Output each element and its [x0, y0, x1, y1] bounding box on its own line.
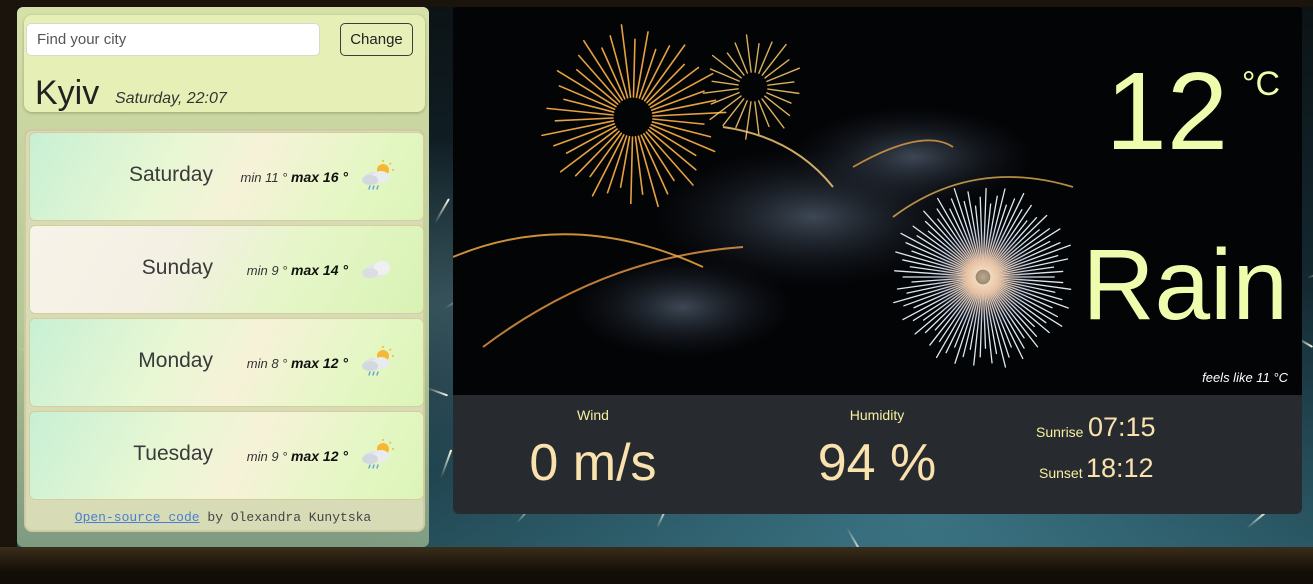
weather-description: Rain — [1082, 229, 1288, 341]
forecast-day-card: Sunday min 9 ° max 14 ° — [29, 225, 424, 314]
feels-like: feels like 11 °C — [1202, 370, 1288, 385]
forecast-max: max 16 ° — [291, 169, 348, 185]
forecast-max: max 14 ° — [291, 262, 348, 278]
change-button[interactable]: Change — [340, 23, 413, 56]
page-bottom-band — [0, 547, 1313, 584]
search-input[interactable] — [26, 23, 320, 56]
forecast-day-card: Tuesday min 9 ° max 12 ° — [29, 411, 424, 500]
forecast-day-name: Saturday — [128, 163, 213, 186]
sunrise-label: Sunrise — [1036, 424, 1084, 440]
search-card: Change Kyiv Saturday, 22:07 — [24, 15, 425, 112]
current-weather-hero: 12 °C Rain feels like 11 °C — [453, 7, 1302, 395]
sparkle — [1306, 269, 1313, 279]
rain-sun-icon — [362, 439, 394, 469]
sparkle — [426, 387, 449, 397]
wind-value: 0 m/s — [529, 434, 657, 492]
rain-sun-icon — [362, 346, 394, 376]
forecast-temps: min 9 ° max 14 ° — [247, 262, 348, 278]
stats-panel: Wind 0 m/s Humidity 94 % Sunrise 07:15 S… — [453, 395, 1302, 514]
open-source-link[interactable]: Open-source code — [75, 510, 200, 525]
sunrise-value: 07:15 — [1088, 412, 1156, 442]
temperature-unit: °C — [1241, 65, 1280, 103]
cloud-icon — [362, 261, 390, 278]
forecast-min: min 8 ° — [246, 356, 288, 371]
forecast-day-card: Monday min 8 ° max 12 ° — [29, 318, 424, 407]
forecast-min: min 9 ° — [246, 263, 288, 278]
forecast-panel: Saturday min 11 ° max 16 ° Sunday min 9 … — [24, 129, 425, 532]
forecast-day-name: Monday — [138, 349, 213, 372]
forecast-day-card: Saturday min 11 ° max 16 ° — [29, 132, 424, 221]
forecast-temps: min 9 ° max 12 ° — [247, 448, 348, 464]
forecast-max: max 12 ° — [291, 448, 348, 464]
humidity-label: Humidity — [849, 407, 905, 423]
forecast-temps: min 8 ° max 12 ° — [247, 355, 348, 371]
sparkle — [846, 527, 863, 547]
humidity-value: 94 % — [817, 434, 937, 492]
sunset-value: 18:12 — [1086, 453, 1154, 483]
credit-author: by Olexandra Kunytska — [199, 510, 372, 525]
sparkle — [434, 198, 450, 224]
wind-label: Wind — [577, 407, 609, 423]
forecast-temps: min 11 ° max 16 ° — [241, 169, 348, 185]
credit-line: Open-source code by Olexandra Kunytska — [17, 510, 429, 525]
city-name: Kyiv — [35, 74, 100, 112]
city-datetime: Saturday, 22:07 — [115, 90, 227, 107]
forecast-day-name: Sunday — [141, 256, 213, 279]
forecast-min: min 9 ° — [246, 449, 288, 464]
current-temperature: 12 — [1105, 50, 1228, 173]
forecast-day-name: Tuesday — [133, 442, 213, 465]
sunset-label: Sunset — [1039, 465, 1083, 481]
forecast-max: max 12 ° — [291, 355, 348, 371]
rain-sun-icon — [362, 160, 394, 190]
forecast-min: min 11 ° — [240, 170, 288, 185]
